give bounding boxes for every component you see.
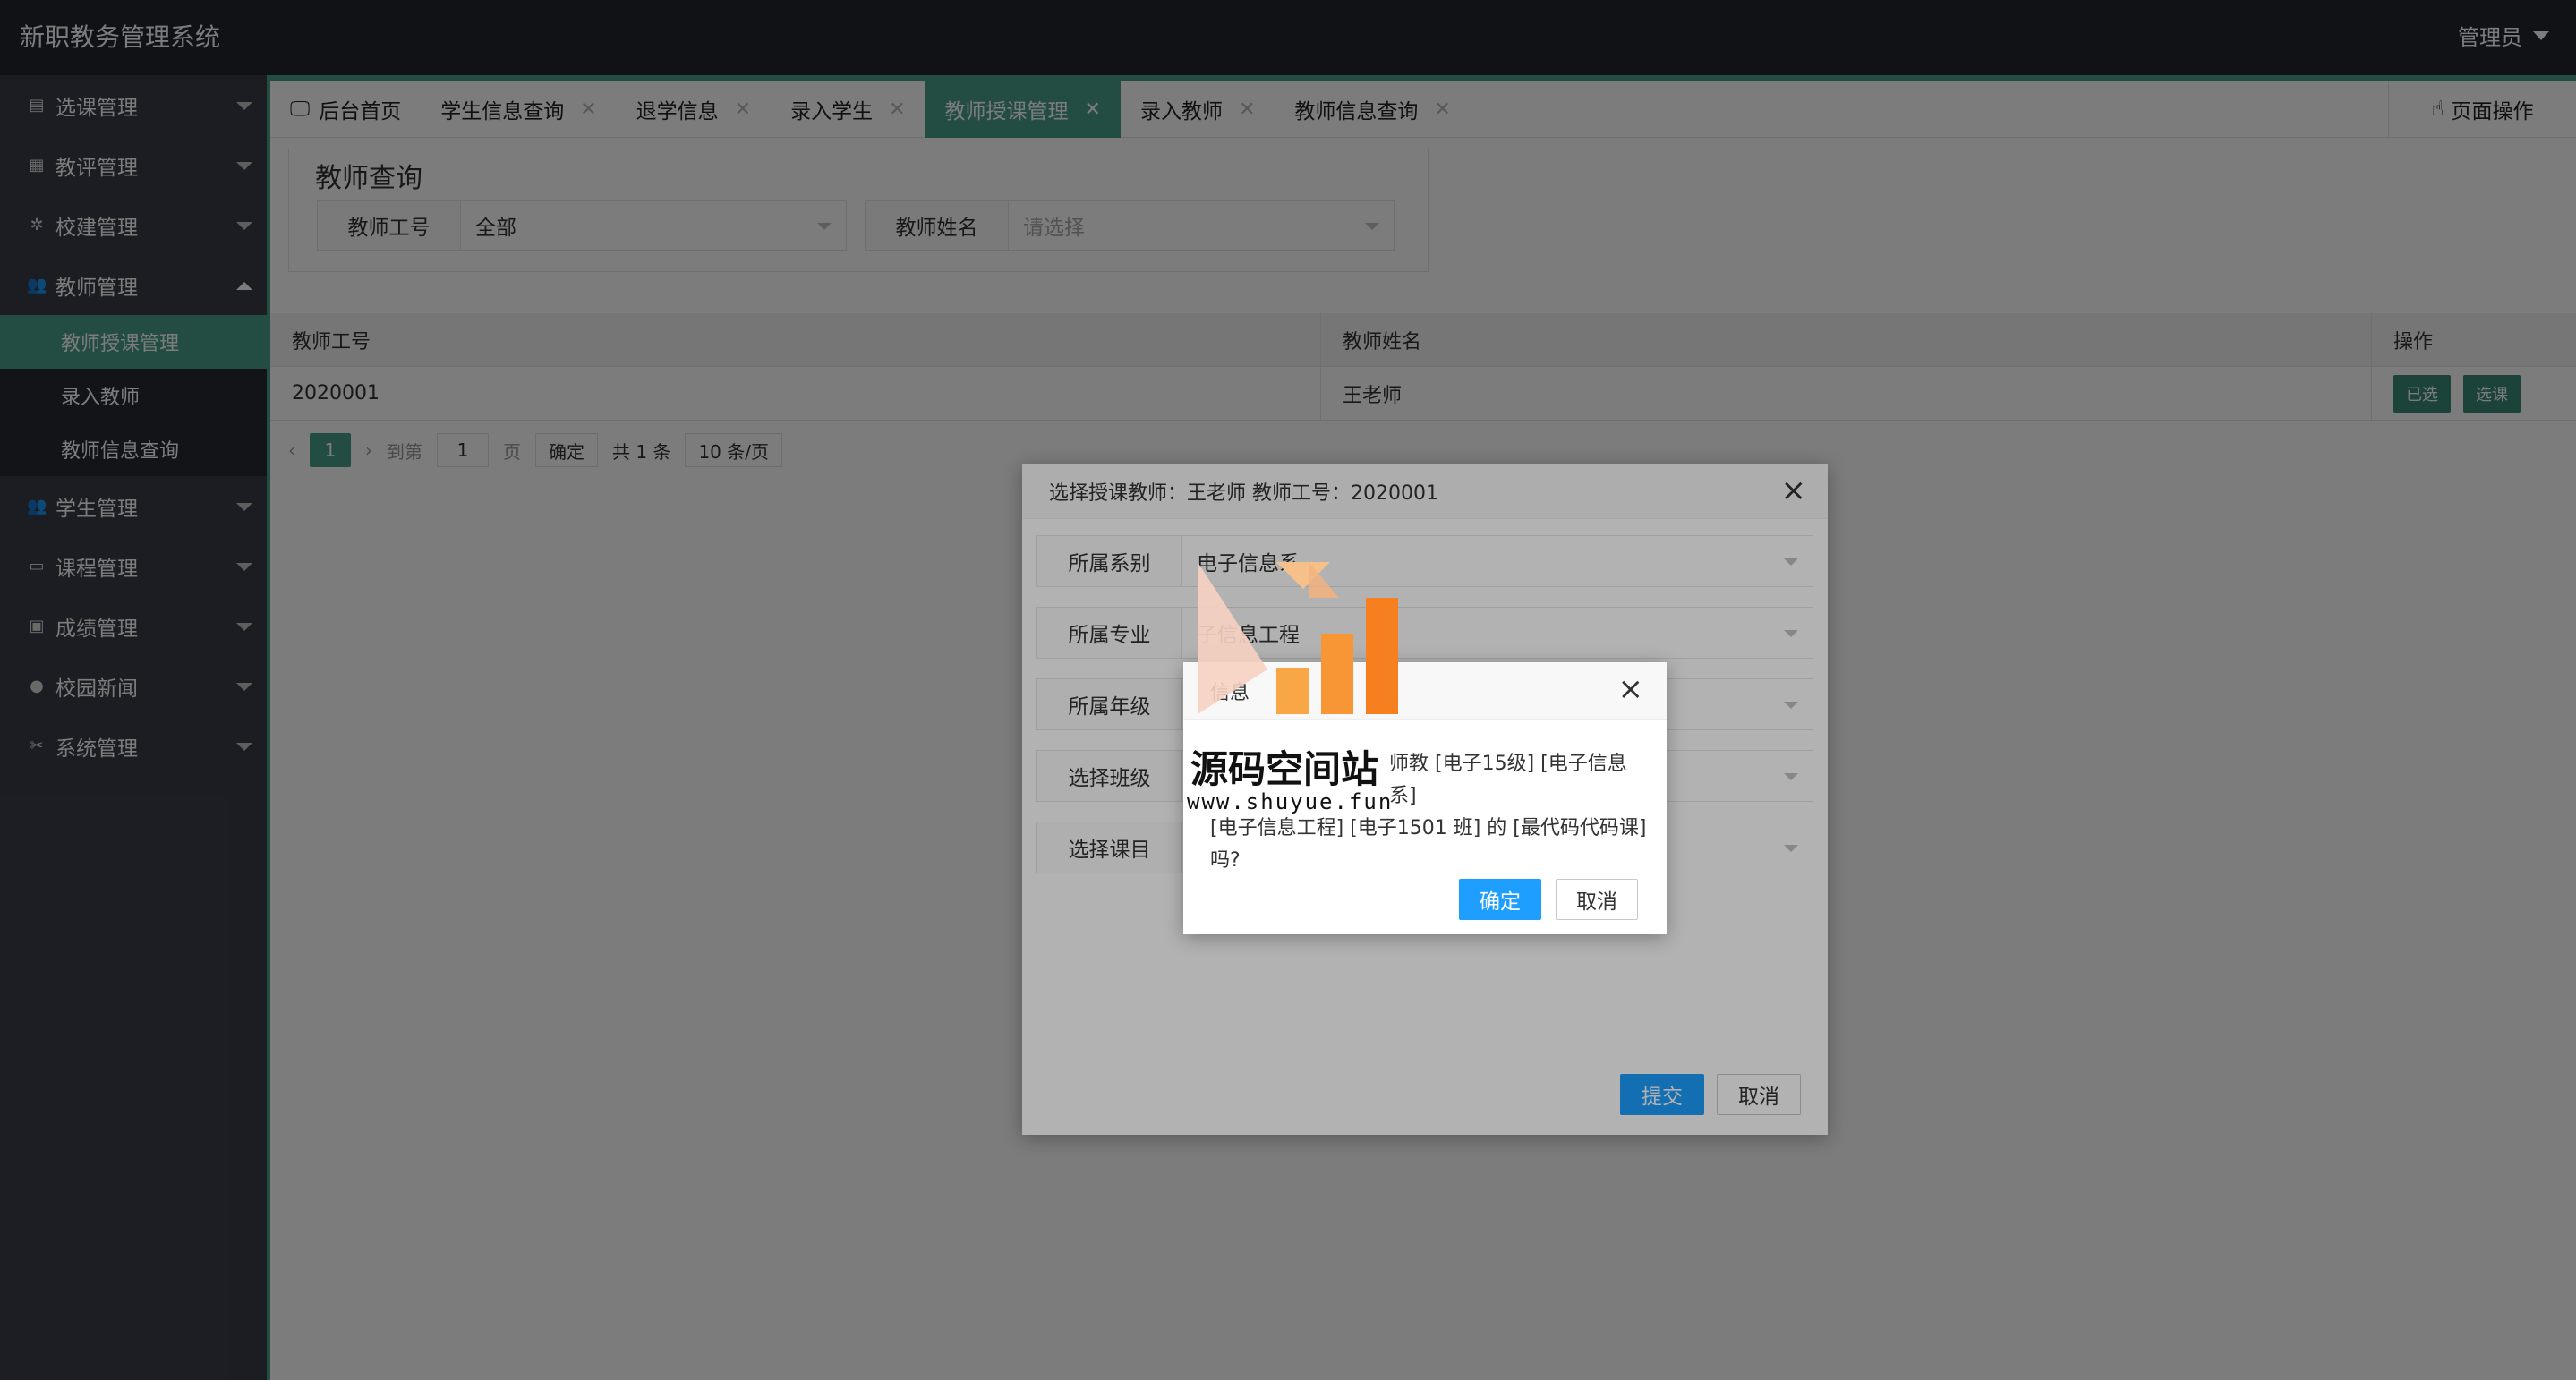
watermark-url: www.shuyue.fun xyxy=(1187,789,1394,814)
dialog-message-line: 吗? xyxy=(1210,849,1241,872)
watermark-text: 源码空间站 xyxy=(1190,747,1379,791)
close-icon[interactable]: × xyxy=(1618,671,1644,707)
confirm-cancel-button[interactable]: 取消 xyxy=(1556,879,1638,920)
confirm-ok-button[interactable]: 确定 xyxy=(1459,879,1541,920)
